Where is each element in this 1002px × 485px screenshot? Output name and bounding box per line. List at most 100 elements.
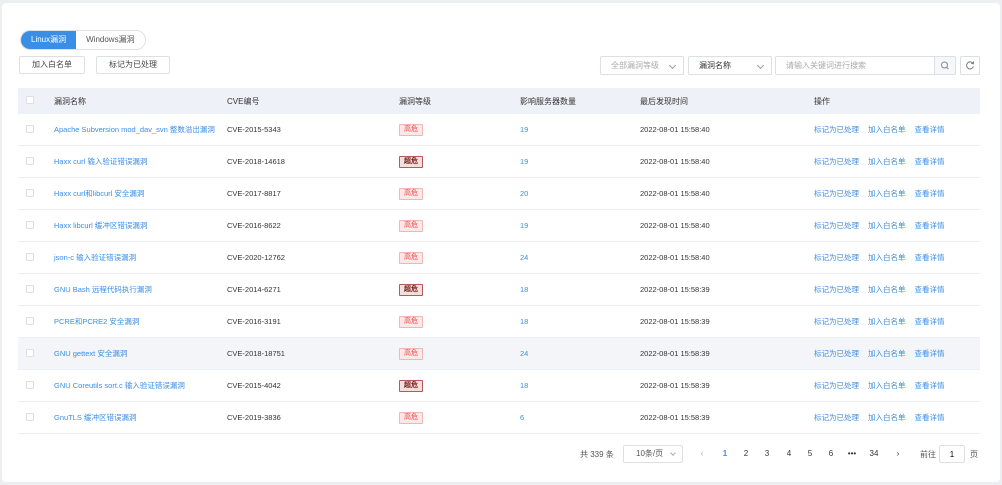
page-number-button[interactable]: 2 <box>739 449 753 458</box>
next-page-button[interactable]: › <box>891 449 905 458</box>
server-count-link[interactable]: 24 <box>520 349 528 358</box>
vuln-name-link[interactable]: GNU Coreutils sort.c 输入验证错误漏洞 <box>54 381 185 390</box>
add-whitelist-link[interactable]: 加入白名单 <box>868 252 906 263</box>
cve-id: CVE-2018-18751 <box>227 349 285 358</box>
last-seen-time: 2022-08-01 15:58:39 <box>640 285 710 294</box>
vuln-name-link[interactable]: Haxx curl和libcurl 安全漏洞 <box>54 189 144 198</box>
mark-done-button[interactable]: 标记为已处理 <box>96 56 170 74</box>
field-select-value: 漏洞名称 <box>699 61 731 70</box>
page-number-button[interactable]: 34 <box>867 449 881 458</box>
severity-badge: 高危 <box>399 219 423 232</box>
view-detail-link[interactable]: 查看详情 <box>915 188 945 199</box>
row-checkbox[interactable] <box>26 220 34 229</box>
vuln-table: 漏洞名称 CVE编号 漏洞等级 影响服务器数量 最后发现时间 操作 Apache… <box>18 88 980 434</box>
add-whitelist-link[interactable]: 加入白名单 <box>868 284 906 295</box>
server-count-link[interactable]: 19 <box>520 157 528 166</box>
level-select[interactable]: 全部漏洞等级 <box>600 56 684 75</box>
server-count-link[interactable]: 6 <box>520 413 524 422</box>
view-detail-link[interactable]: 查看详情 <box>915 220 945 231</box>
row-checkbox[interactable] <box>26 124 34 133</box>
select-all-checkbox[interactable] <box>26 96 34 104</box>
mark-done-link[interactable]: 标记为已处理 <box>814 316 859 327</box>
server-count-link[interactable]: 18 <box>520 381 528 390</box>
add-whitelist-link[interactable]: 加入白名单 <box>868 188 906 199</box>
server-count-link[interactable]: 24 <box>520 253 528 262</box>
row-checkbox[interactable] <box>26 156 34 165</box>
row-checkbox[interactable] <box>26 380 34 389</box>
add-whitelist-link[interactable]: 加入白名单 <box>868 348 906 359</box>
server-count-link[interactable]: 18 <box>520 317 528 326</box>
view-detail-link[interactable]: 查看详情 <box>915 284 945 295</box>
refresh-button[interactable] <box>960 56 980 75</box>
view-detail-link[interactable]: 查看详情 <box>915 348 945 359</box>
add-whitelist-link[interactable]: 加入白名单 <box>868 412 906 423</box>
row-checkbox[interactable] <box>26 284 34 293</box>
page-number-button[interactable]: 6 <box>824 449 838 458</box>
prev-page-button[interactable]: ‹ <box>695 449 709 458</box>
row-checkbox[interactable] <box>26 412 34 421</box>
view-detail-link[interactable]: 查看详情 <box>915 316 945 327</box>
view-detail-link[interactable]: 查看详情 <box>915 252 945 263</box>
tab-linux[interactable]: Linux漏洞 <box>21 31 77 49</box>
vuln-name-link[interactable]: json-c 输入验证错误漏洞 <box>54 253 136 262</box>
view-detail-link[interactable]: 查看详情 <box>915 124 945 135</box>
add-whitelist-link[interactable]: 加入白名单 <box>868 124 906 135</box>
last-seen-time: 2022-08-01 15:58:40 <box>640 125 710 134</box>
add-whitelist-link[interactable]: 加入白名单 <box>868 380 906 391</box>
refresh-icon <box>966 61 975 70</box>
row-checkbox[interactable] <box>26 348 34 357</box>
mark-done-link[interactable]: 标记为已处理 <box>814 220 859 231</box>
last-seen-time: 2022-08-01 15:58:40 <box>640 189 710 198</box>
view-detail-link[interactable]: 查看详情 <box>915 156 945 167</box>
page-number-button[interactable]: 1 <box>718 449 732 458</box>
goto-label: 前往 <box>920 450 936 459</box>
page-number-button[interactable]: 5 <box>803 449 817 458</box>
search-input[interactable] <box>775 56 935 75</box>
vuln-name-link[interactable]: Apache Subversion mod_dav_svn 整数溢出漏洞 <box>54 125 215 134</box>
field-select[interactable]: 漏洞名称 <box>688 56 772 75</box>
page-size-select[interactable]: 10条/页 <box>623 445 683 463</box>
tab-windows[interactable]: Windows漏洞 <box>76 31 145 49</box>
page-number-button[interactable]: 3 <box>760 449 774 458</box>
cve-id: CVE-2017-8817 <box>227 189 281 198</box>
mark-done-link[interactable]: 标记为已处理 <box>814 252 859 263</box>
cve-id: CVE-2019-3836 <box>227 413 281 422</box>
view-detail-link[interactable]: 查看详情 <box>915 412 945 423</box>
severity-badge: 高危 <box>399 347 423 360</box>
last-seen-time: 2022-08-01 15:58:40 <box>640 221 710 230</box>
vuln-name-link[interactable]: GNU Bash 远程代码执行漏洞 <box>54 285 152 294</box>
view-detail-link[interactable]: 查看详情 <box>915 380 945 391</box>
mark-done-link[interactable]: 标记为已处理 <box>814 124 859 135</box>
server-count-link[interactable]: 19 <box>520 125 528 134</box>
server-count-link[interactable]: 19 <box>520 221 528 230</box>
table-row: GNU gettext 安全漏洞 CVE-2018-18751 高危 24 20… <box>18 338 980 370</box>
row-checkbox[interactable] <box>26 316 34 325</box>
server-count-link[interactable]: 18 <box>520 285 528 294</box>
severity-badge: 高危 <box>399 315 423 328</box>
server-count-link[interactable]: 20 <box>520 189 528 198</box>
vuln-name-link[interactable]: PCRE和PCRE2 安全漏洞 <box>54 317 139 326</box>
mark-done-link[interactable]: 标记为已处理 <box>814 284 859 295</box>
mark-done-link[interactable]: 标记为已处理 <box>814 348 859 359</box>
page-number-button[interactable]: 4 <box>782 449 796 458</box>
search-button[interactable] <box>934 56 956 75</box>
vuln-name-link[interactable]: Haxx curl 输入验证错误漏洞 <box>54 157 147 166</box>
mark-done-link[interactable]: 标记为已处理 <box>814 380 859 391</box>
page-ellipsis[interactable]: ••• <box>845 449 859 458</box>
row-checkbox[interactable] <box>26 252 34 261</box>
goto-input[interactable] <box>939 445 965 463</box>
header-count: 影响服务器数量 <box>520 96 576 106</box>
mark-done-link[interactable]: 标记为已处理 <box>814 412 859 423</box>
vuln-name-link[interactable]: GNU gettext 安全漏洞 <box>54 349 127 358</box>
add-whitelist-button[interactable]: 加入白名单 <box>19 56 85 74</box>
add-whitelist-link[interactable]: 加入白名单 <box>868 220 906 231</box>
last-seen-time: 2022-08-01 15:58:39 <box>640 317 710 326</box>
mark-done-link[interactable]: 标记为已处理 <box>814 156 859 167</box>
add-whitelist-link[interactable]: 加入白名单 <box>868 156 906 167</box>
add-whitelist-link[interactable]: 加入白名单 <box>868 316 906 327</box>
table-header: 漏洞名称 CVE编号 漏洞等级 影响服务器数量 最后发现时间 操作 <box>18 88 980 114</box>
vuln-name-link[interactable]: Haxx libcurl 缓冲区错误漏洞 <box>54 221 147 230</box>
vuln-name-link[interactable]: GnuTLS 缓冲区错误漏洞 <box>54 413 137 422</box>
mark-done-link[interactable]: 标记为已处理 <box>814 188 859 199</box>
row-checkbox[interactable] <box>26 188 34 197</box>
